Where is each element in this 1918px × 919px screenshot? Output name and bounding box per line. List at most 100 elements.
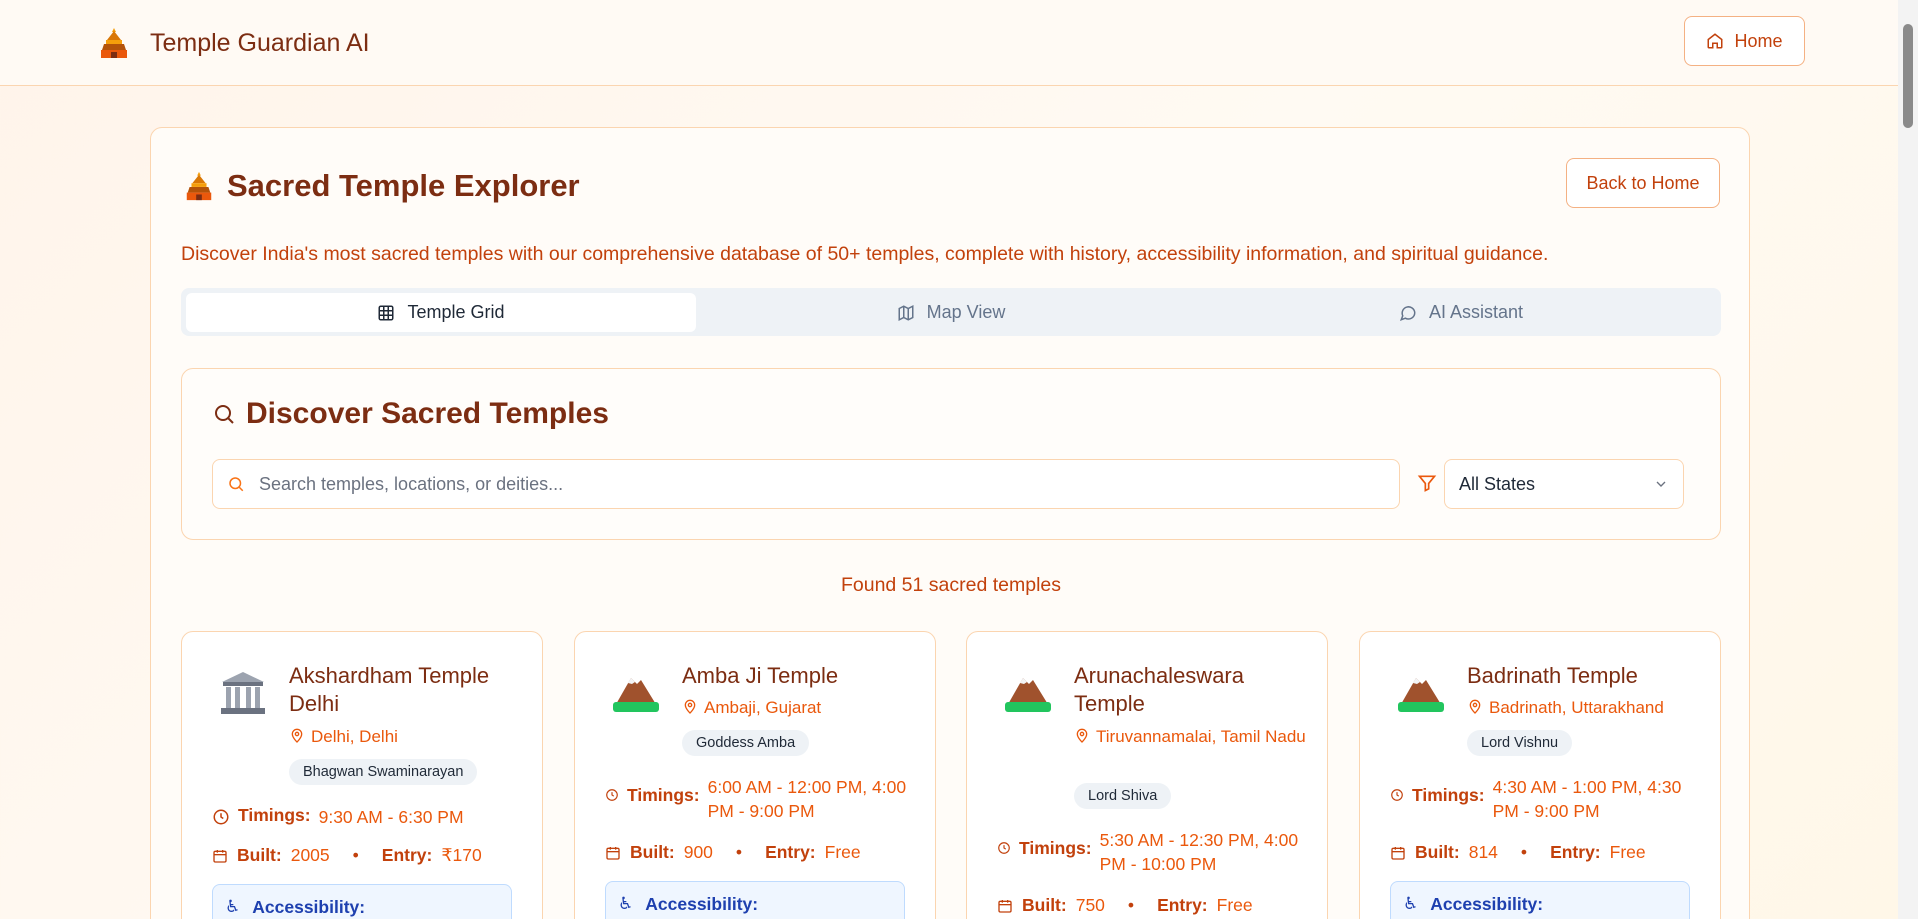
tab-ai-assistant[interactable]: AI Assistant bbox=[1206, 293, 1716, 332]
temple-icon bbox=[186, 171, 212, 201]
search-input[interactable] bbox=[259, 473, 1359, 495]
deity-badge: Bhagwan Swaminarayan bbox=[289, 759, 478, 785]
accessibility-label: Accessibility: bbox=[252, 897, 366, 917]
tab-label: AI Assistant bbox=[1428, 302, 1524, 322]
home-icon bbox=[1707, 33, 1723, 49]
map-icon bbox=[898, 304, 914, 321]
tab-temple-grid[interactable]: Temple Grid bbox=[186, 293, 696, 332]
state-select-value: All States bbox=[1459, 473, 1536, 494]
panel-title-text: Sacred Temple Explorer bbox=[227, 168, 580, 203]
separator-dot: • bbox=[352, 845, 359, 865]
tab-label: Map View bbox=[926, 302, 1006, 322]
state-select[interactable]: All States bbox=[1444, 459, 1684, 509]
location-text: Tiruvannamalai, Tamil Nadu bbox=[1096, 727, 1306, 746]
built-value: 2005 bbox=[290, 845, 330, 865]
page-scrollbar[interactable] bbox=[1898, 0, 1918, 919]
map-pin-icon bbox=[291, 728, 303, 743]
separator-dot: • bbox=[1127, 895, 1135, 915]
temple-built-entry: Built: 2005 • Entry: ₹170 bbox=[212, 845, 482, 866]
temple-name[interactable]: Akshardham Temple Delhi bbox=[289, 662, 529, 718]
accessibility-label: Accessibility: bbox=[1430, 894, 1544, 914]
separator-dot: • bbox=[1520, 842, 1528, 862]
deity-badge: Lord Vishnu bbox=[1467, 730, 1573, 756]
built-label: Built: bbox=[237, 845, 282, 865]
temple-location: Delhi, Delhi bbox=[289, 725, 529, 749]
temple-card[interactable]: Badrinath Temple Badrinath, Uttarakhand … bbox=[1359, 631, 1721, 919]
location-text: Delhi, Delhi bbox=[311, 727, 398, 746]
deity-badge: Lord Shiva bbox=[1074, 783, 1172, 809]
temple-name[interactable]: Badrinath Temple bbox=[1467, 662, 1707, 690]
location-text: Ambaji, Gujarat bbox=[704, 698, 822, 717]
built-value: 900 bbox=[683, 842, 713, 862]
timings-value: 5:30 AM - 12:30 PM, 4:00 PM - 10:00 PM bbox=[1099, 830, 1299, 874]
temple-timings: Timings: 4:30 AM - 1:00 PM, 4:30 PM - 9:… bbox=[1390, 775, 1693, 823]
tab-label: Temple Grid bbox=[407, 302, 505, 322]
entry-value: Free bbox=[824, 842, 861, 862]
timings-label: Timings: bbox=[627, 785, 700, 805]
back-to-home-button[interactable]: Back to Home bbox=[1566, 158, 1720, 208]
mountain-icon bbox=[1398, 678, 1444, 712]
entry-label: Entry: bbox=[765, 842, 816, 862]
calendar-icon bbox=[1391, 846, 1405, 860]
grid-icon bbox=[378, 305, 394, 320]
chat-icon bbox=[1399, 305, 1416, 321]
top-navbar: Temple Guardian AI Home bbox=[0, 0, 1898, 86]
calendar-icon bbox=[998, 899, 1012, 913]
timings-value: 6:00 AM - 12:00 PM, 4:00 PM - 9:00 PM bbox=[707, 777, 907, 821]
home-button[interactable]: Home bbox=[1684, 16, 1805, 66]
temple-card[interactable]: Amba Ji Temple Ambaji, Gujarat Goddess A… bbox=[574, 631, 936, 919]
built-label: Built: bbox=[630, 842, 675, 862]
filter-icon[interactable] bbox=[1417, 473, 1437, 493]
temple-timings: Timings: 5:30 AM - 12:30 PM, 4:00 PM - 1… bbox=[997, 828, 1300, 876]
temple-name[interactable]: Amba Ji Temple bbox=[682, 662, 922, 690]
temple-built-entry: Built: 750 • Entry: Free bbox=[997, 895, 1253, 916]
accessibility-icon: ♿ bbox=[618, 894, 634, 913]
entry-value: Free bbox=[1609, 842, 1646, 862]
search-heading: Discover Sacred Temples bbox=[212, 397, 609, 431]
chevron-down-icon bbox=[1656, 481, 1666, 487]
temple-card[interactable]: Arunachaleswara Temple Tiruvannamalai, T… bbox=[966, 631, 1328, 919]
explorer-panel: Sacred Temple Explorer Back to Home Disc… bbox=[150, 127, 1750, 919]
timings-value: 4:30 AM - 1:00 PM, 4:30 PM - 9:00 PM bbox=[1492, 777, 1682, 821]
temple-timings: Timings: 6:00 AM - 12:00 PM, 4:00 PM - 9… bbox=[605, 775, 908, 823]
results-count: Found 51 sacred temples bbox=[840, 574, 1062, 596]
mountain-icon bbox=[613, 678, 659, 712]
accessibility-box: ♿ Accessibility: bbox=[1390, 881, 1690, 919]
temple-built-entry: Built: 814 • Entry: Free bbox=[1390, 842, 1646, 863]
temple-card[interactable]: Akshardham Temple Delhi Delhi, Delhi Bha… bbox=[181, 631, 543, 919]
built-label: Built: bbox=[1022, 895, 1067, 915]
home-button-label: Home bbox=[1734, 30, 1783, 51]
entry-value: ₹170 bbox=[441, 845, 482, 865]
search-field[interactable] bbox=[212, 459, 1400, 509]
brand[interactable]: Temple Guardian AI bbox=[97, 26, 370, 60]
entry-label: Entry: bbox=[1550, 842, 1601, 862]
calendar-icon bbox=[213, 849, 227, 863]
temple-built-entry: Built: 900 • Entry: Free bbox=[605, 842, 861, 863]
mountain-icon bbox=[1005, 678, 1051, 712]
tab-map-view[interactable]: Map View bbox=[696, 293, 1206, 332]
accessibility-box: ♿ Accessibility: bbox=[605, 881, 905, 919]
accessibility-label: Accessibility: bbox=[645, 894, 759, 914]
timings-value: 9:30 AM - 6:30 PM bbox=[318, 807, 464, 827]
built-value: 814 bbox=[1468, 842, 1498, 862]
timings-label: Timings: bbox=[1019, 838, 1092, 858]
search-icon bbox=[215, 405, 234, 424]
calendar-icon bbox=[606, 846, 620, 860]
map-pin-icon bbox=[1469, 699, 1481, 714]
timings-label: Timings: bbox=[1412, 785, 1485, 805]
temple-timings: Timings: 9:30 AM - 6:30 PM bbox=[212, 805, 519, 829]
location-text: Badrinath, Uttarakhand bbox=[1489, 698, 1664, 717]
map-pin-icon bbox=[1076, 728, 1088, 743]
temple-name[interactable]: Arunachaleswara Temple bbox=[1074, 662, 1314, 718]
clock-icon bbox=[1391, 789, 1403, 801]
accessibility-icon: ♿ bbox=[225, 897, 241, 916]
search-title: Discover Sacred Temples bbox=[246, 397, 609, 430]
search-icon bbox=[229, 477, 244, 492]
panel-title: Sacred Temple Explorer bbox=[183, 168, 580, 204]
deity-badge: Goddess Amba bbox=[682, 730, 810, 756]
scrollbar-thumb[interactable] bbox=[1903, 24, 1913, 128]
panel-description: Discover India's most sacred temples wit… bbox=[181, 243, 1549, 265]
temple-location: Ambaji, Gujarat bbox=[682, 696, 922, 720]
clock-icon bbox=[213, 809, 229, 825]
search-card: Discover Sacred Temples All States bbox=[181, 368, 1721, 540]
